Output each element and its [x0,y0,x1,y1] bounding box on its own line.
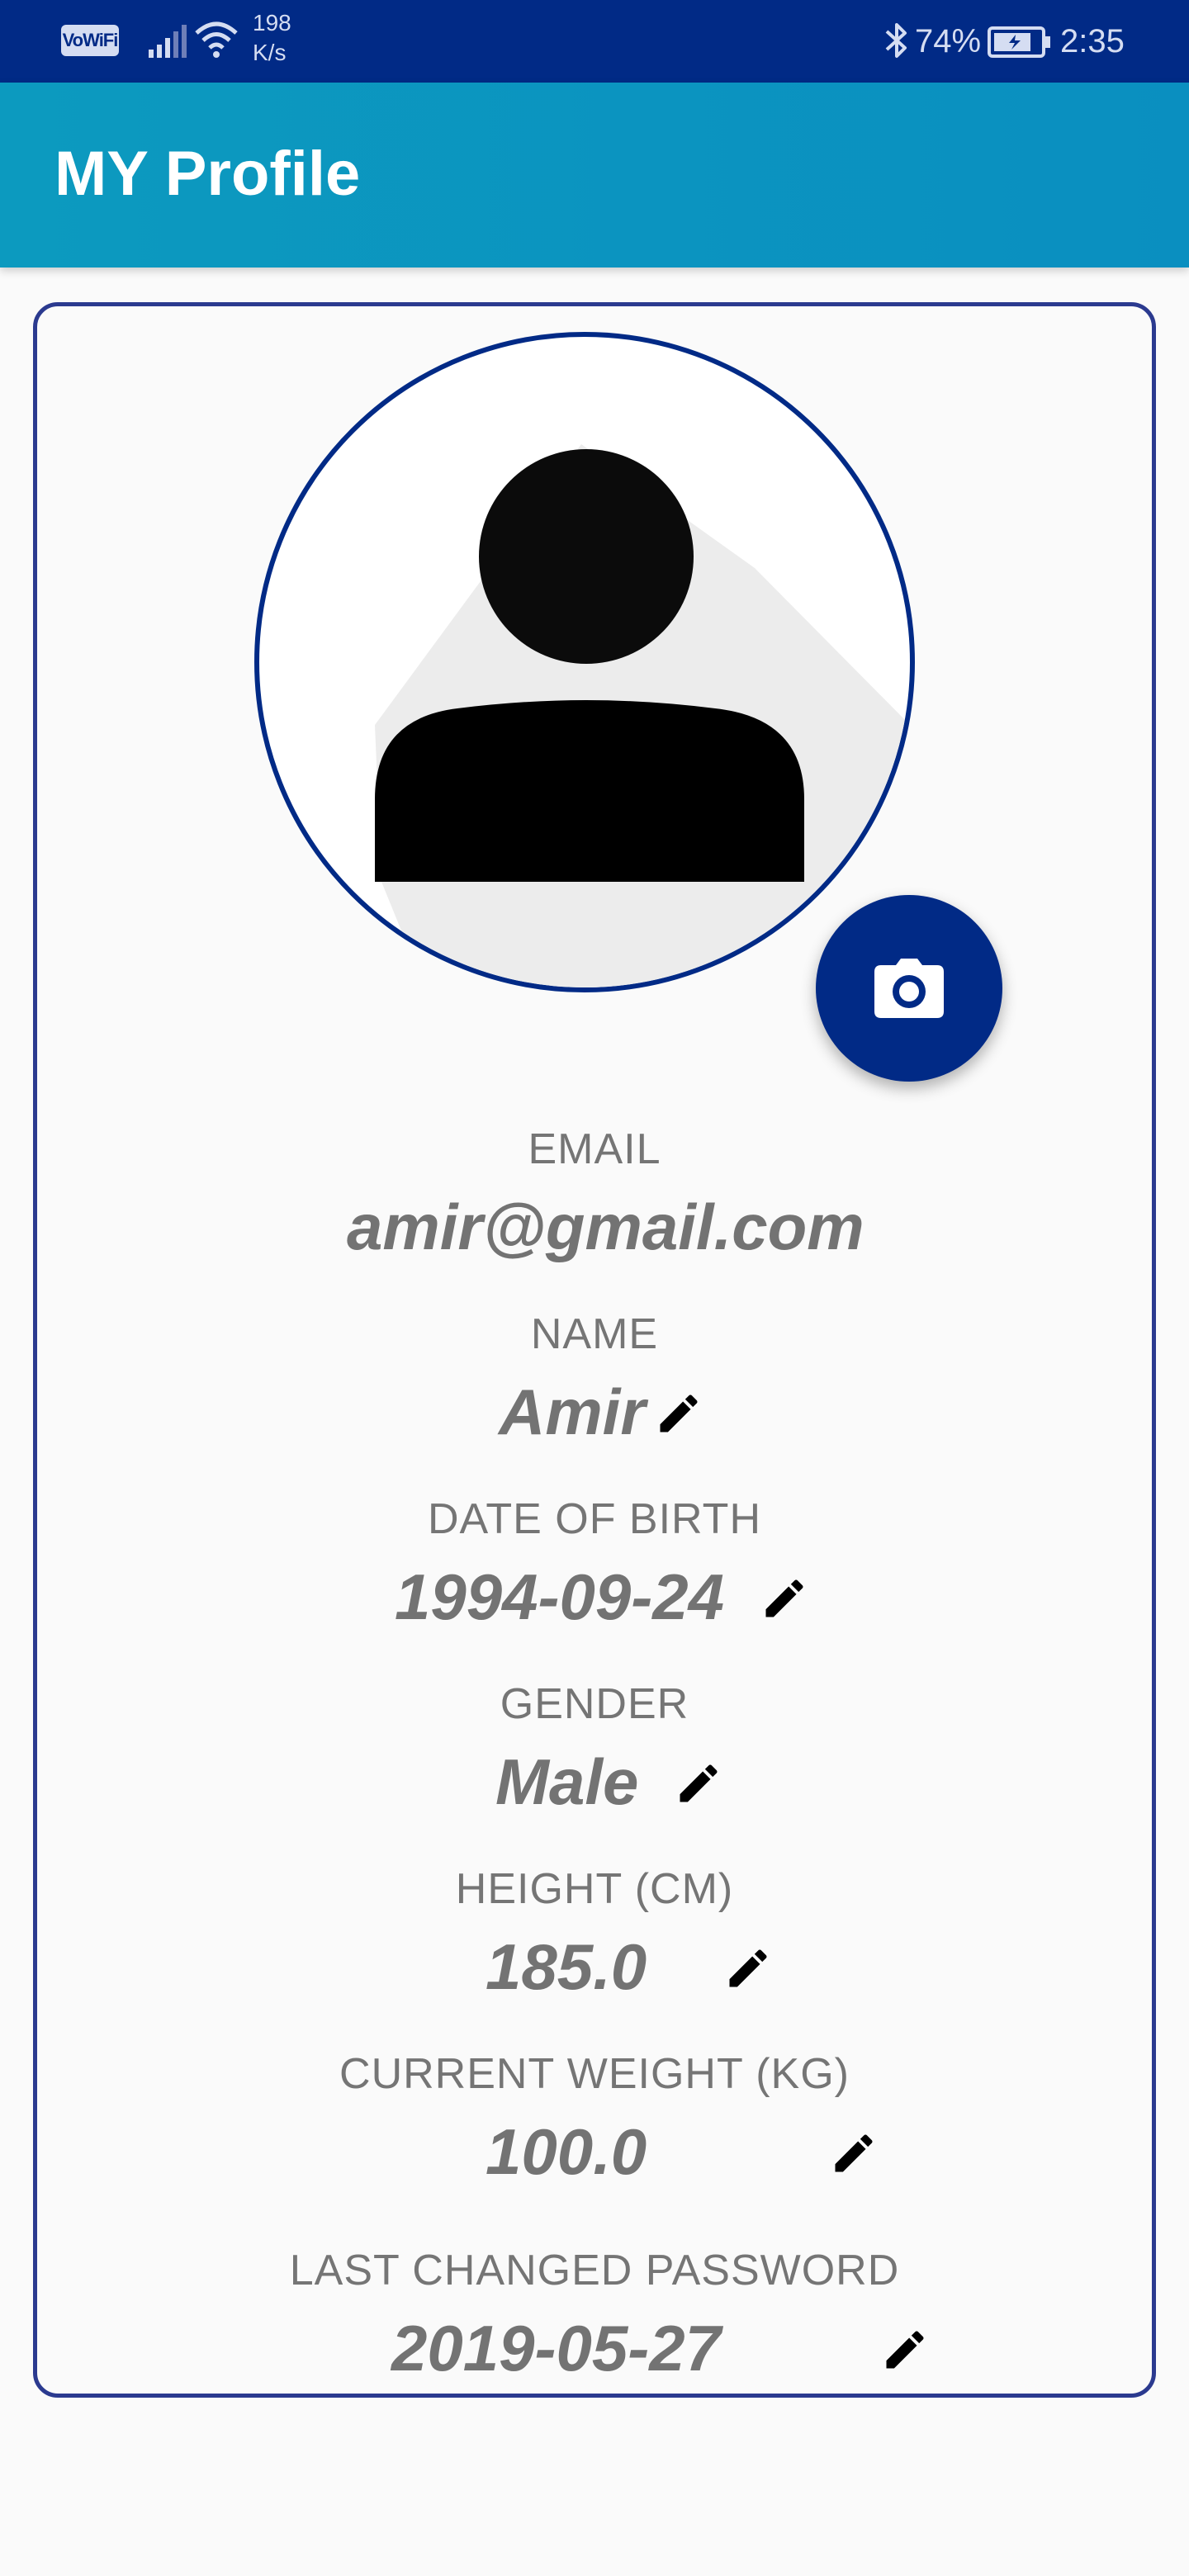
network-speed: 198 K/s [253,8,291,68]
gender-label: GENDER [500,1680,689,1728]
change-photo-button[interactable] [816,895,1002,1082]
signal-icon [149,25,187,58]
date-of-birth-label: DATE OF BIRTH [428,1495,761,1543]
battery-percent: 74% [915,23,982,59]
name-value: Amir [499,1376,646,1448]
page-title: MY Profile [54,139,361,209]
wifi-icon [195,21,238,58]
edit-current-weight-pencil-icon[interactable] [829,2129,879,2178]
date-of-birth-value: 1994-09-24 [395,1560,724,1633]
camera-icon [874,959,944,1018]
vowifi-badge: VoWiFi [61,25,119,56]
person-icon [375,444,910,987]
last-changed-password-label: LAST CHANGED PASSWORD [289,2247,900,2294]
height-label: HEIGHT (CM) [455,1865,734,1913]
email-label: EMAIL [528,1125,661,1173]
clock: 2:35 [1060,23,1125,59]
edit-date-of-birth-pencil-icon[interactable] [760,1574,809,1623]
email-value: amir@gmail.com [347,1191,865,1263]
name-label: NAME [530,1310,659,1358]
edit-gender-pencil-icon[interactable] [674,1759,723,1808]
edit-last-changed-password-pencil-icon[interactable] [880,2325,930,2375]
edit-name-pencil-icon[interactable] [654,1389,703,1438]
profile-avatar[interactable] [254,332,915,992]
bluetooth-icon [885,23,907,58]
network-speed-unit: K/s [253,40,287,65]
last-changed-password-value: 2019-05-27 [391,2312,721,2384]
height-value: 185.0 [486,1930,647,2003]
current-weight-label: CURRENT WEIGHT (KG) [339,2050,850,2098]
battery-icon [988,26,1050,58]
network-speed-value: 198 [253,10,291,36]
gender-value: Male [495,1745,639,1818]
edit-height-pencil-icon[interactable] [723,1944,773,1993]
status-bar: VoWiFi 198 K/s 74% 2:35 [0,0,1189,83]
current-weight-value: 100.0 [486,2115,647,2188]
app-bar: MY Profile [0,83,1189,268]
